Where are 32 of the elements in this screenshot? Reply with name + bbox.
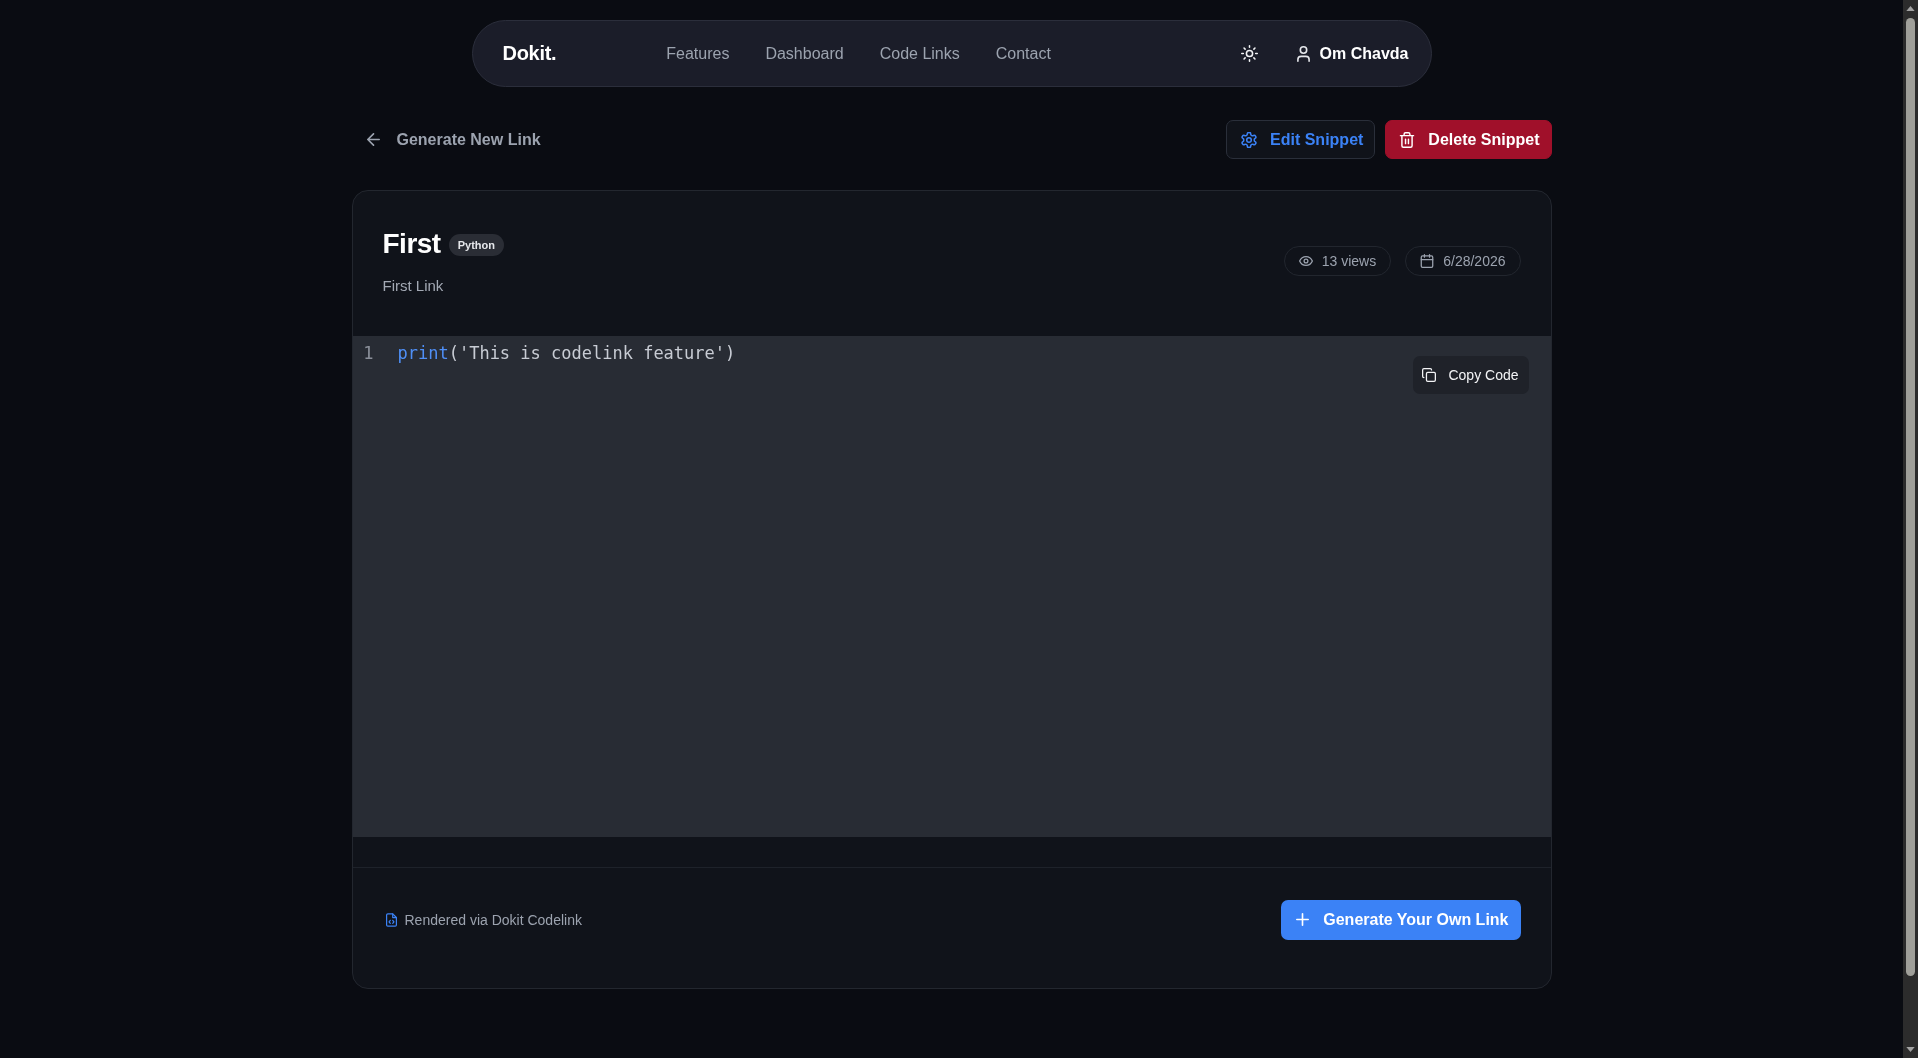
user-icon — [1296, 45, 1310, 62]
scroll-down-icon[interactable] — [1906, 1047, 1915, 1052]
snippet-description: First Link — [382, 277, 445, 294]
user-menu-button[interactable]: Om Chavda — [1296, 44, 1409, 63]
eye-icon — [1298, 253, 1313, 268]
nav-link[interactable]: Features — [666, 44, 730, 63]
copy-icon — [1422, 368, 1437, 382]
snippet-title: First — [382, 227, 441, 261]
views-count: 13 views — [1321, 252, 1377, 269]
calendar-icon — [1420, 253, 1435, 268]
language-tag: Python — [448, 234, 504, 256]
back-link[interactable]: Generate New Link — [366, 130, 541, 149]
copy-code-button[interactable]: Copy Code — [1413, 356, 1529, 394]
delete-button[interactable]: Delete Snippet — [1385, 120, 1552, 159]
sun-icon[interactable] — [1240, 45, 1258, 62]
scroll-up-icon[interactable] — [1906, 6, 1915, 11]
plus-icon — [1296, 913, 1310, 926]
arrow-left-icon — [366, 133, 380, 146]
nav-link[interactable]: Code Links — [879, 44, 960, 63]
scrollbar-thumb[interactable] — [1906, 18, 1915, 976]
code-line: print('This is codelink feature') — [397, 342, 736, 365]
created-date: 6/28/2026 — [1443, 252, 1506, 269]
line-number: 1 — [362, 342, 374, 365]
nav-link[interactable]: Contact — [995, 44, 1051, 63]
edit-button[interactable]: Edit Snippet — [1226, 120, 1376, 159]
logo[interactable]: Dokit. — [502, 42, 557, 65]
nav-link[interactable]: Dashboard — [765, 44, 844, 63]
footer-note: Rendered via Dokit Codelink — [404, 911, 582, 928]
generate-link-button[interactable]: Generate Your Own Link — [1281, 899, 1521, 940]
trash-icon — [1399, 131, 1416, 148]
settings-icon — [1241, 131, 1258, 148]
file-code-icon — [385, 912, 397, 927]
